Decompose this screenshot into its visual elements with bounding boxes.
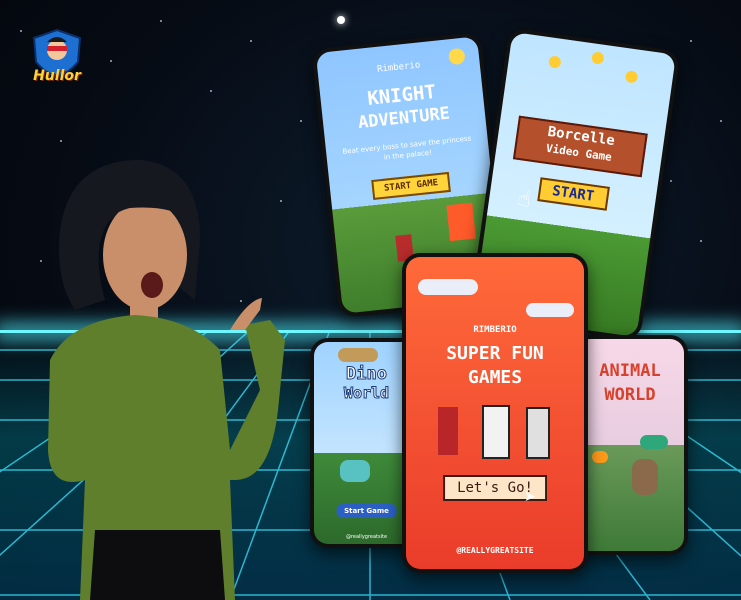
sloth-icon — [632, 459, 658, 495]
coin-icon — [591, 51, 605, 65]
card-animal-world[interactable]: ANIMAL WORLD — [572, 335, 688, 555]
coin-icon — [548, 55, 562, 69]
card-super-fun-games[interactable]: RIMBERIO SUPER FUN GAMES Let's Go! ➤ @RE… — [402, 253, 588, 573]
pterodactyl-icon — [338, 348, 378, 362]
game-title-line1: SUPER FUN — [446, 343, 544, 364]
coin-icon — [624, 70, 639, 84]
warrior-sprite-icon — [438, 407, 458, 455]
cloud-icon — [418, 279, 478, 295]
pointing-woman-photo — [48, 160, 285, 600]
game-title-line2: WORLD — [604, 385, 656, 405]
game-subtitle: Beat every boss to save the princess in … — [342, 134, 472, 162]
dinosaur-sprite-icon — [340, 460, 370, 482]
hullor-logo: Hullor — [28, 28, 86, 98]
start-button[interactable]: START — [536, 177, 610, 211]
fire-demon-sprite-icon — [446, 202, 476, 242]
astronaut-sprite-icon — [482, 405, 510, 459]
cursor-arrow-icon: ➤ — [524, 489, 536, 505]
skeleton-sprite-icon — [526, 407, 550, 459]
pointer-hand-icon: ☝ — [515, 186, 533, 213]
start-game-button[interactable]: Start Game — [336, 504, 397, 518]
logo-wordmark: Hullor — [33, 68, 81, 84]
game-title-line2: GAMES — [467, 367, 523, 388]
banner-canvas: Hullor Rimberio KNIGHT ADVENTURE Beat ev… — [0, 0, 741, 600]
toucan-icon — [592, 451, 608, 463]
chameleon-icon — [640, 435, 668, 449]
start-game-button[interactable]: START GAME — [371, 171, 452, 200]
site-handle: @REALLYGREATSITE — [456, 546, 534, 555]
game-title-line1: ANIMAL — [599, 361, 661, 381]
cloud-icon — [526, 303, 574, 317]
brand-label: RIMBERIO — [473, 325, 517, 335]
